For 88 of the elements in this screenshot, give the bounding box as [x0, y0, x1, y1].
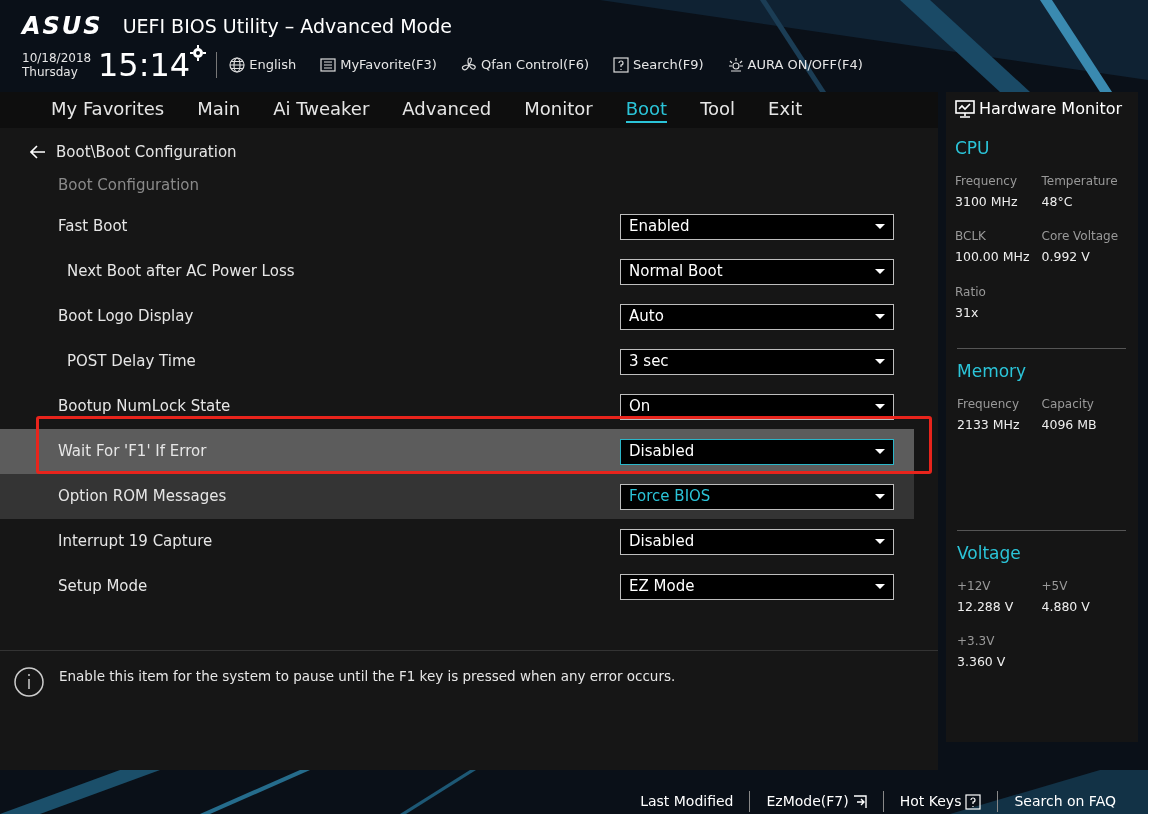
metric-label: +12V [957, 577, 992, 595]
setting-row[interactable]: Wait For 'F1' If Error Disabled [0, 429, 914, 474]
footer-link[interactable]: Hot Keys [899, 791, 962, 812]
metric-value: 0.992 V [1041, 248, 1091, 267]
setting-label: Wait For 'F1' If Error [57, 441, 208, 463]
list-icon [320, 56, 337, 73]
metric-value: 4.880 V [1041, 597, 1091, 616]
setting-label: Interrupt 19 Capture [57, 531, 214, 553]
metric-label: BCLK [955, 228, 987, 246]
help-text: Enable this item for the system to pause until the F1 key is pressed when any error occurs. [59, 667, 676, 686]
metric-label: +3.3V [957, 633, 996, 651]
nav-tab[interactable]: Boot [625, 97, 668, 123]
section-heading: Memory [957, 360, 1028, 383]
exit-icon [852, 794, 867, 809]
panel-title: Hardware Monitor [979, 98, 1123, 120]
setting-dropdown[interactable]: Enabled [620, 213, 894, 240]
date-text: 10/18/2018 [22, 50, 93, 65]
setting-dropdown[interactable]: Disabled [620, 528, 894, 555]
settings-icon[interactable] [190, 44, 207, 61]
caret-icon [875, 403, 885, 410]
nav-tab[interactable]: Exit [768, 97, 803, 123]
setting-label: POST Delay Time [66, 351, 197, 373]
footer-link[interactable]: Last Modified [640, 791, 734, 812]
nav-tab[interactable]: Monitor [524, 97, 593, 123]
caret-icon [875, 448, 885, 455]
toolbar-button[interactable]: Qfan Control(F6) [480, 54, 589, 75]
clock-text: 15:14 [98, 48, 191, 81]
metric-value: 48°C [1041, 192, 1074, 211]
setting-dropdown[interactable]: Normal Boot [620, 258, 894, 285]
section-title: Boot Configuration [57, 175, 201, 196]
nav-tab[interactable]: Ai Tweaker [273, 97, 370, 123]
back-arrow-icon[interactable] [30, 145, 46, 159]
caret-icon [875, 583, 885, 590]
setting-dropdown[interactable]: 3 sec [620, 348, 894, 375]
setting-dropdown[interactable]: EZ Mode [620, 573, 894, 600]
toolbar-button[interactable]: English [249, 54, 297, 75]
footer-link[interactable]: EzMode(F7) [766, 791, 849, 812]
breadcrumb: Boot\Boot Configuration [56, 141, 237, 163]
toolbar-button[interactable]: MyFavorite(F3) [340, 54, 437, 75]
monitor-icon [955, 100, 975, 118]
fan-icon [460, 56, 477, 73]
caret-icon [875, 358, 885, 365]
setting-dropdown[interactable]: Force BIOS [620, 483, 894, 510]
setting-label: Next Boot after AC Power Loss [66, 261, 296, 283]
metric-label: +5V [1041, 577, 1069, 595]
metric-label: Core Voltage [1041, 228, 1120, 246]
caret-icon [875, 313, 885, 320]
metric-value: 100.00 MHz [955, 248, 1031, 267]
question-icon [965, 793, 982, 810]
setting-label: Bootup NumLock State [57, 396, 232, 418]
metric-value: 3.360 V [957, 653, 1007, 672]
window-title: UEFI BIOS Utility – Advanced Mode [122, 14, 452, 39]
info-icon [13, 666, 45, 698]
section-heading: Voltage [957, 542, 1022, 565]
setting-label: Setup Mode [57, 576, 149, 598]
metric-label: Frequency [957, 395, 1020, 413]
setting-dropdown[interactable]: On [620, 393, 894, 420]
toolbar-button[interactable]: AURA ON/OFF(F4) [747, 54, 863, 75]
metric-value: 4096 MB [1041, 415, 1098, 434]
nav-tab[interactable]: My Favorites [51, 97, 165, 123]
metric-value: 31x [955, 304, 980, 322]
setting-dropdown[interactable]: Auto [620, 303, 894, 330]
day-text: Thursday [22, 64, 79, 79]
setting-label: Boot Logo Display [57, 306, 195, 328]
toolbar-button[interactable]: Search(F9) [632, 54, 704, 75]
caret-icon [875, 223, 885, 230]
metric-label: Temperature [1041, 172, 1119, 190]
caret-icon [875, 268, 885, 275]
metric-label: Capacity [1041, 395, 1095, 413]
nav-tab[interactable]: Tool [700, 97, 736, 123]
globe-icon [229, 56, 246, 73]
light-icon [727, 56, 744, 73]
brand-logo: ASUS [22, 14, 103, 39]
metric-value: 2133 MHz [957, 415, 1021, 434]
setting-row[interactable]: Option ROM Messages Force BIOS [0, 474, 914, 519]
section-heading: CPU [955, 137, 991, 160]
metric-label: Ratio [955, 284, 987, 301]
setting-dropdown[interactable]: Disabled [620, 438, 894, 465]
nav-tab[interactable]: Advanced [402, 97, 492, 123]
caret-icon [875, 538, 885, 545]
metric-value: 12.288 V [957, 597, 1015, 616]
metric-value: 3100 MHz [955, 192, 1019, 211]
nav-tab[interactable]: Main [197, 97, 241, 123]
metric-label: Frequency [955, 172, 1018, 190]
question-icon [612, 56, 629, 73]
setting-label: Fast Boot [57, 216, 129, 238]
caret-icon [875, 493, 885, 500]
setting-label: Option ROM Messages [57, 486, 228, 508]
